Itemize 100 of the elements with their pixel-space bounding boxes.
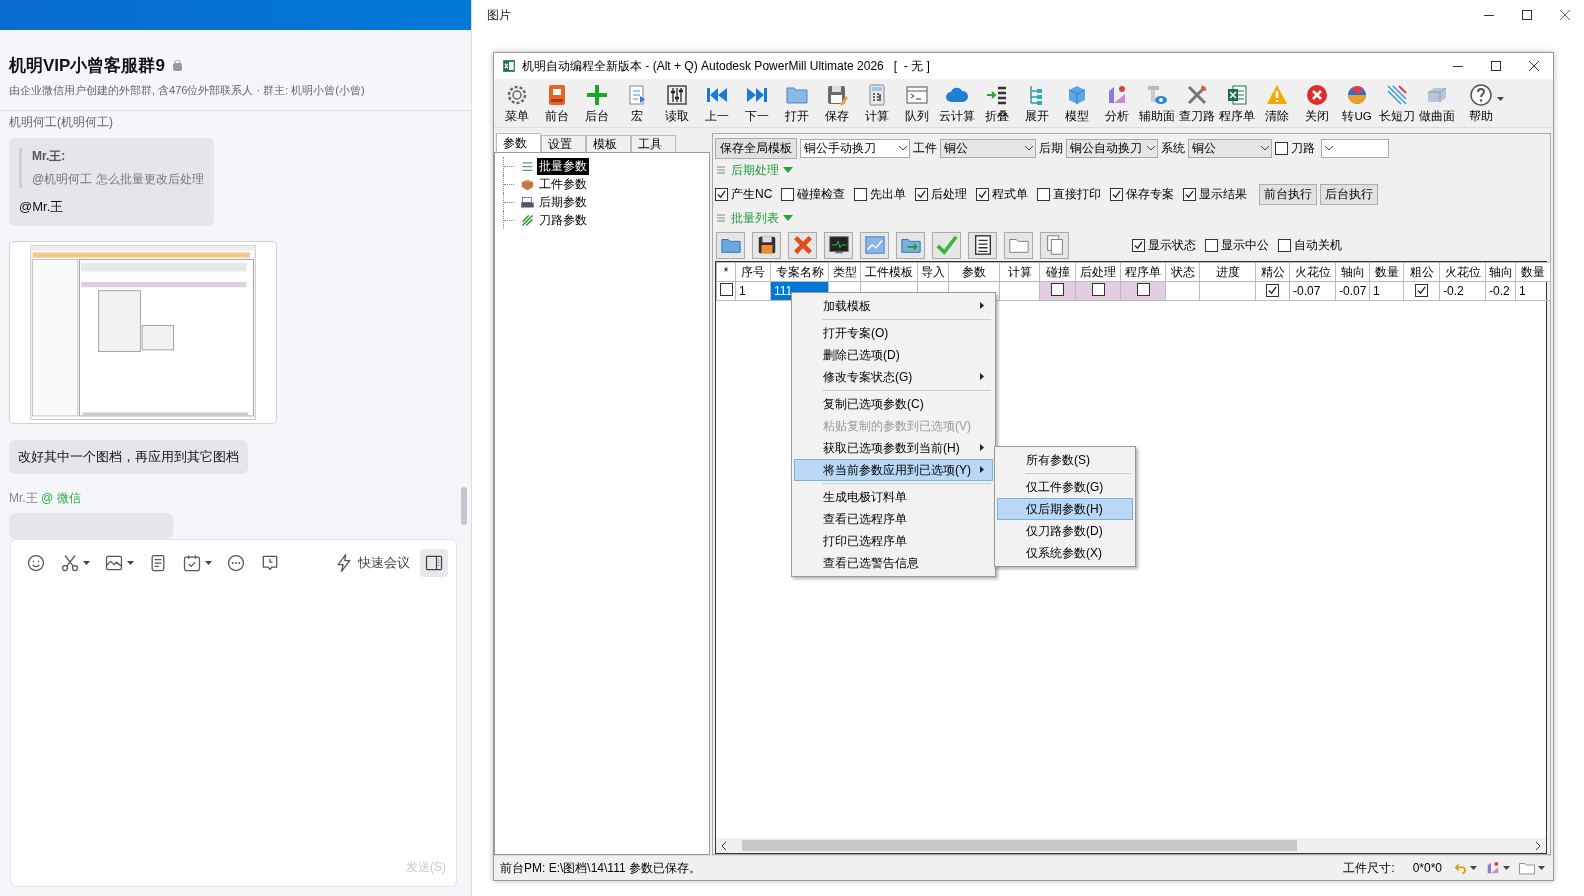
scroll-left-icon[interactable] xyxy=(720,841,728,850)
toolbar-button[interactable]: 转UG xyxy=(1337,80,1377,126)
tree-item[interactable]: 工件参数 xyxy=(537,175,589,193)
toolbar-button[interactable]: 关闭 xyxy=(1297,80,1337,126)
tree-item[interactable]: 刀路参数 xyxy=(537,211,589,229)
toolbar-button[interactable]: 下一 xyxy=(737,80,777,126)
menu-item[interactable]: 查看已选警告信息 xyxy=(794,552,993,574)
column-header[interactable]: 粗公 xyxy=(1403,262,1440,282)
checkbox[interactable] xyxy=(720,283,733,296)
toolbar-button[interactable]: 程序单 xyxy=(1217,80,1257,126)
tab[interactable]: 设置 xyxy=(541,135,586,152)
toolbar-button[interactable]: 云计算 xyxy=(937,80,977,126)
checkbox[interactable] xyxy=(1183,187,1197,201)
toolbar-button[interactable]: 分析 xyxy=(1097,80,1137,126)
menu-item[interactable]: 修改专案状态(G) xyxy=(794,366,993,388)
checkbox[interactable] xyxy=(1205,238,1218,252)
checkbox[interactable] xyxy=(1132,238,1145,252)
menu-item[interactable]: 仅工件参数(G) xyxy=(997,476,1133,498)
column-header[interactable]: 程序单 xyxy=(1120,262,1166,282)
checkbox[interactable] xyxy=(1091,283,1105,296)
scrollbar-thumb[interactable] xyxy=(742,840,1297,851)
checkbox[interactable] xyxy=(1415,284,1428,297)
quick-meeting-button[interactable]: 快速会议 xyxy=(328,553,416,573)
toolbar-button[interactable]: 上一 xyxy=(697,80,737,126)
column-header[interactable]: 火花位 xyxy=(1439,262,1486,282)
dropdown[interactable]: 铜公 xyxy=(940,138,1036,158)
tree-item[interactable]: 后期参数 xyxy=(537,193,589,211)
toolbar-button[interactable]: 宏 xyxy=(617,80,657,126)
toolbar-button[interactable]: 保存 xyxy=(817,80,857,126)
menu-item[interactable]: 获取已选项参数到当前(H) xyxy=(794,437,993,459)
toolbar-button[interactable]: 读取 xyxy=(657,80,697,126)
menu-item[interactable]: 将当前参数应用到已选项(Y) xyxy=(794,459,993,481)
toolbar-button[interactable] xyxy=(824,231,853,259)
scroll-right-icon[interactable] xyxy=(1534,841,1542,850)
checkbox[interactable] xyxy=(1051,283,1064,296)
column-header[interactable]: 导入 xyxy=(917,262,949,282)
run-button[interactable]: 后台执行 xyxy=(1320,183,1379,205)
toolbar-button[interactable]: 打开 xyxy=(777,80,817,126)
toolbar-button[interactable]: 查刀路 xyxy=(1177,80,1217,126)
toolbar-button[interactable]: 队列 xyxy=(897,80,937,126)
column-header[interactable]: 状态 xyxy=(1165,262,1200,282)
column-header[interactable]: 火花位 xyxy=(1289,262,1336,282)
menu-item[interactable]: 打开专案(O) xyxy=(794,322,993,344)
column-header[interactable]: 计算 xyxy=(999,262,1040,282)
sidebar-toggle-button[interactable] xyxy=(420,549,448,577)
column-header[interactable]: 轴向 xyxy=(1485,262,1516,282)
toolbar-button[interactable]: 后台 xyxy=(577,80,617,126)
column-header[interactable]: 精公 xyxy=(1255,262,1290,282)
toolbar-button[interactable]: 折叠 xyxy=(977,80,1017,126)
toolbar-button[interactable]: 菜单 xyxy=(497,80,537,126)
toolbar-button[interactable]: 帮助 xyxy=(1457,80,1505,126)
menu-item[interactable]: 复制已选项参数(C) xyxy=(794,393,993,415)
tab[interactable]: 模板 xyxy=(586,135,631,152)
column-header[interactable]: 进度 xyxy=(1199,262,1256,282)
save-template-button[interactable]: 保存全局模板 xyxy=(715,137,797,159)
checkbox[interactable] xyxy=(1136,283,1150,296)
run-button[interactable]: 前台执行 xyxy=(1259,183,1318,205)
column-header[interactable]: 参数 xyxy=(948,262,1000,282)
column-header[interactable]: 数量 xyxy=(1515,262,1551,282)
column-header[interactable]: * xyxy=(716,262,736,282)
column-header[interactable]: 数量 xyxy=(1369,262,1404,282)
checkbox[interactable] xyxy=(1037,187,1051,201)
checkbox[interactable] xyxy=(1110,187,1124,201)
menu-item[interactable]: 删除已选项(D) xyxy=(794,344,993,366)
menu-item[interactable]: 仅刀路参数(D) xyxy=(997,520,1133,542)
dropdown[interactable]: 铜公 xyxy=(1188,138,1272,158)
undo-button[interactable] xyxy=(1452,861,1479,875)
column-header[interactable]: 专案名称 xyxy=(770,262,829,282)
checkbox[interactable] xyxy=(1266,284,1279,297)
toolbar-button[interactable]: 前台 xyxy=(537,80,577,126)
tab[interactable]: 参数 xyxy=(496,133,541,152)
menu-item[interactable]: 生成电极订料单 xyxy=(794,486,993,508)
tree-item[interactable]: 批量参数 xyxy=(537,157,589,175)
menu-item[interactable]: 打印已选程序单 xyxy=(794,530,993,552)
menu-item[interactable]: 所有参数(S) xyxy=(997,449,1133,471)
screenshot-thumbnail[interactable] xyxy=(9,241,277,424)
column-header[interactable]: 轴向 xyxy=(1335,262,1370,282)
checkbox[interactable] xyxy=(1278,238,1291,252)
column-header[interactable]: 序号 xyxy=(735,262,771,282)
checkbox[interactable] xyxy=(715,187,728,201)
checkbox[interactable] xyxy=(781,187,795,201)
column-header[interactable]: 碰撞 xyxy=(1039,262,1076,282)
menu-item[interactable]: 查看已选程序单 xyxy=(794,508,993,530)
toolbar-button[interactable]: 清除 xyxy=(1257,80,1297,126)
toolbar-button[interactable]: 做曲面 xyxy=(1417,80,1457,126)
toolbar-button[interactable]: 展开 xyxy=(1017,80,1057,126)
toolbar-button[interactable] xyxy=(968,231,997,259)
checkbox[interactable] xyxy=(976,187,990,201)
toolbar-button[interactable]: 计算 xyxy=(857,80,897,126)
column-header[interactable]: 后处理 xyxy=(1075,262,1121,282)
checkbox[interactable] xyxy=(854,187,868,201)
dropdown[interactable]: 铜公自动换刀 xyxy=(1066,138,1158,158)
column-header[interactable]: 工件模板 xyxy=(860,262,918,282)
checkbox[interactable] xyxy=(1275,141,1288,155)
column-header[interactable]: 类型 xyxy=(828,262,861,282)
tab[interactable]: 工具 xyxy=(631,135,676,152)
scrollbar-thumb[interactable] xyxy=(461,487,467,525)
toolbar-button[interactable]: 长短刀 xyxy=(1377,80,1417,126)
caret-icon[interactable] xyxy=(783,167,793,173)
checkbox[interactable] xyxy=(915,187,929,201)
